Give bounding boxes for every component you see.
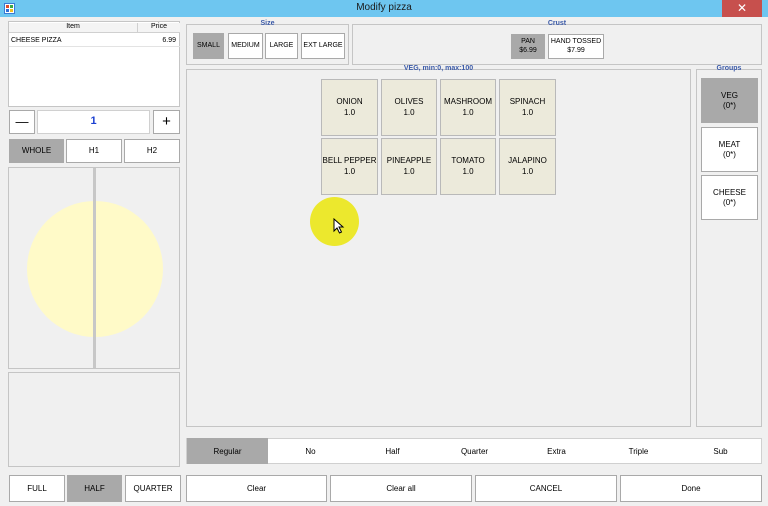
size-medium-button[interactable]: MEDIUM	[228, 33, 263, 59]
size-small-button[interactable]: SMALL	[193, 33, 224, 59]
coverage-quarter-button[interactable]: QUARTER	[125, 475, 181, 502]
topping-mashroom[interactable]: MASHROOM 1.0	[440, 79, 496, 136]
title-bar: Modify pizza ✕	[0, 0, 768, 17]
close-button[interactable]: ✕	[722, 0, 762, 17]
mouse-pointer-icon	[333, 218, 345, 234]
increase-quantity-button[interactable]: +	[153, 110, 180, 134]
quantity-value: 1	[37, 110, 150, 134]
coverage-half-button[interactable]: HALF	[67, 475, 122, 502]
topping-spinach[interactable]: SPINACH 1.0	[499, 79, 556, 136]
topping-tomato[interactable]: TOMATO 1.0	[440, 138, 496, 195]
topping-bell-pepper[interactable]: BELL PEPPER 1.0	[321, 138, 378, 195]
close-icon: ✕	[736, 1, 748, 15]
half-divider	[93, 168, 96, 368]
column-header-price: Price	[137, 23, 180, 32]
topping-olives[interactable]: OLIVES 1.0	[381, 79, 437, 136]
size-label: Size	[260, 20, 275, 27]
group-meat-button[interactable]: MEAT (0*)	[701, 127, 758, 172]
crust-hand-tossed-button[interactable]: HAND TOSSED $7.99	[548, 34, 604, 59]
groups-label: Groups	[716, 65, 742, 72]
crust-pan-button[interactable]: PAN $6.99	[511, 34, 545, 59]
crust-pan-label: PAN	[521, 38, 535, 46]
modifier-sub[interactable]: Sub	[680, 438, 761, 464]
clear-button[interactable]: Clear	[186, 475, 327, 502]
done-button[interactable]: Done	[620, 475, 762, 502]
group-cheese-button[interactable]: CHEESE (0*)	[701, 175, 758, 220]
clear-all-button[interactable]: Clear all	[330, 475, 472, 502]
crust-hand-tossed-price: $7.99	[567, 46, 585, 54]
modifier-half[interactable]: Half	[352, 438, 433, 464]
topping-pineapple[interactable]: PINEAPPLE 1.0	[381, 138, 437, 195]
table-row[interactable]: CHEESE PIZZA 6.99	[9, 34, 180, 47]
notes-area	[8, 372, 180, 467]
order-item-name: CHEESE PIZZA	[11, 36, 62, 44]
tab-h2[interactable]: H2	[124, 139, 180, 163]
column-header-item: Item	[66, 23, 80, 30]
crust-hand-tossed-label: HAND TOSSED	[550, 38, 602, 46]
topping-onion[interactable]: ONION 1.0	[321, 79, 378, 136]
minus-icon: —	[15, 114, 29, 130]
coverage-full-button[interactable]: FULL	[9, 475, 65, 502]
modifier-regular[interactable]: Regular	[187, 438, 268, 464]
order-list-header: Item Price	[9, 23, 180, 33]
tab-whole[interactable]: WHOLE	[9, 139, 64, 163]
tab-h1[interactable]: H1	[66, 139, 122, 163]
decrease-quantity-button[interactable]: —	[9, 110, 35, 134]
toppings-label: VEG, min:0, max:100	[403, 65, 474, 72]
order-item-price: 6.99	[162, 36, 176, 44]
crust-label: Crust	[547, 20, 567, 27]
modifier-extra[interactable]: Extra	[516, 438, 597, 464]
plus-icon: +	[162, 113, 171, 130]
modifier-triple[interactable]: Triple	[598, 438, 679, 464]
window-title: Modify pizza	[356, 2, 412, 13]
pizza-diagram	[27, 168, 163, 368]
size-ext-large-button[interactable]: EXT LARGE	[301, 33, 345, 59]
cancel-button[interactable]: CANCEL	[475, 475, 617, 502]
toppings-area	[186, 69, 691, 427]
modifier-quarter[interactable]: Quarter	[434, 438, 515, 464]
size-large-button[interactable]: LARGE	[265, 33, 298, 59]
group-veg-button[interactable]: VEG (0*)	[701, 78, 758, 123]
crust-pan-price: $6.99	[519, 46, 537, 54]
topping-jalapino[interactable]: JALAPINO 1.0	[499, 138, 556, 195]
pizza-preview	[8, 167, 180, 369]
modifier-no[interactable]: No	[270, 438, 351, 464]
